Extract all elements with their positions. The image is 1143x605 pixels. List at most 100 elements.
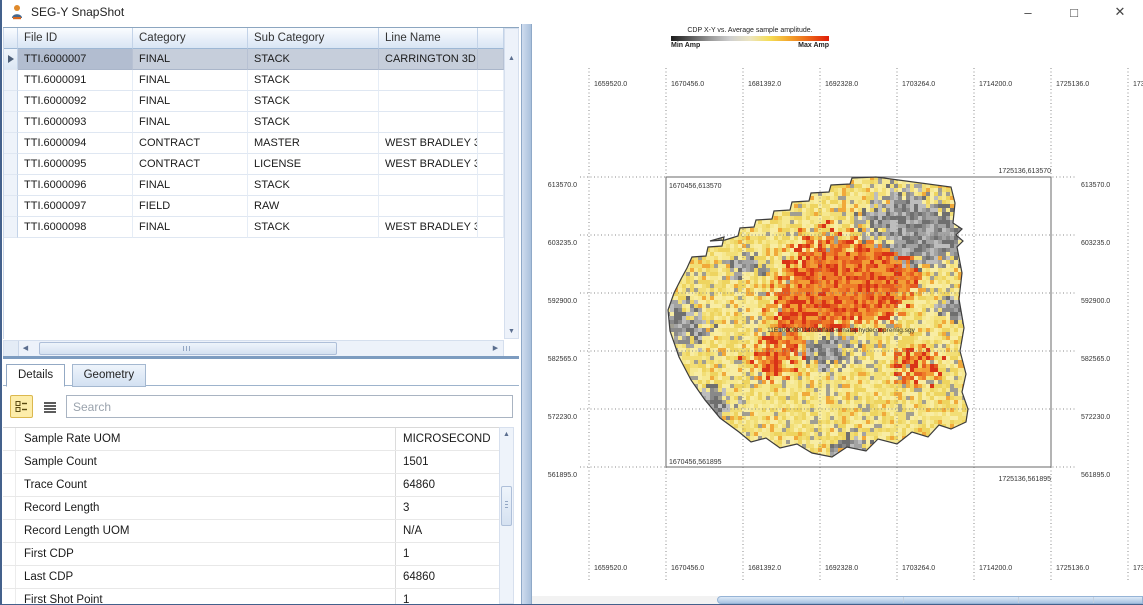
maximize-button[interactable]: □	[1051, 0, 1097, 24]
grid-cell-file-id[interactable]: TTI.6000093	[18, 112, 133, 133]
grid-cell-line-name[interactable]	[379, 91, 478, 112]
row-selector-cell[interactable]	[4, 154, 18, 175]
property-row[interactable]: Record Length3	[3, 497, 499, 520]
grid-cell-line-name[interactable]	[379, 175, 478, 196]
grid-cell-filler[interactable]	[478, 70, 504, 91]
property-row[interactable]: Sample Count1501	[3, 451, 499, 474]
scroll-down-icon[interactable]: ▼	[505, 328, 518, 335]
property-value[interactable]: 1	[395, 589, 499, 604]
property-row[interactable]: Trace Count64860	[3, 474, 499, 497]
grid-cell-filler[interactable]	[478, 217, 504, 238]
grid-cell-file-id[interactable]: TTI.6000092	[18, 91, 133, 112]
column-header[interactable]: Category	[133, 28, 248, 49]
grid-cell-line-name[interactable]: WEST BRADLEY 3D	[379, 154, 478, 175]
grid-cell-sub-category[interactable]: STACK	[248, 49, 379, 70]
scroll-left-icon[interactable]: ◀	[19, 345, 32, 352]
property-name[interactable]: Sample Rate UOM	[16, 428, 395, 450]
row-selector-cell[interactable]	[4, 91, 18, 112]
grid-cell-line-name[interactable]: CARRINGTON 3D	[379, 49, 478, 70]
grid-cell-line-name[interactable]: WEST BRADLEY 3D	[379, 133, 478, 154]
property-value[interactable]: 64860	[395, 474, 499, 496]
grid-cell-line-name[interactable]	[379, 196, 478, 217]
grid-cell-line-name[interactable]	[379, 70, 478, 91]
grid-cell-category[interactable]: CONTRACT	[133, 133, 248, 154]
scroll-right-icon[interactable]: ▶	[489, 345, 502, 352]
grid-cell-filler[interactable]	[478, 196, 504, 217]
column-header[interactable]: Line Name	[379, 28, 478, 49]
property-name[interactable]: First CDP	[16, 543, 395, 565]
column-header[interactable]: File ID	[18, 28, 133, 49]
grid-cell-filler[interactable]	[478, 112, 504, 133]
file-grid-row[interactable]: TTI.6000097FIELDRAW	[4, 196, 504, 217]
grid-cell-category[interactable]: FINAL	[133, 49, 248, 70]
grid-cell-file-id[interactable]: TTI.6000096	[18, 175, 133, 196]
grid-cell-sub-category[interactable]: STACK	[248, 217, 379, 238]
property-value[interactable]: N/A	[395, 520, 499, 542]
property-value[interactable]: 1	[395, 543, 499, 565]
map-canvas[interactable]: 1659520.01659520.01670456.01670456.01681…	[532, 24, 1143, 605]
file-grid-row[interactable]: TTI.6000094CONTRACTMASTERWEST BRADLEY 3D	[4, 133, 504, 154]
row-selector-header[interactable]	[4, 28, 18, 49]
grid-cell-category[interactable]: FINAL	[133, 217, 248, 238]
row-selector-cell[interactable]	[4, 133, 18, 154]
scroll-up-icon[interactable]: ▲	[500, 431, 513, 438]
tab-details[interactable]: Details	[6, 364, 65, 387]
file-grid-row[interactable]: TTI.6000098FINALSTACKWEST BRADLEY 3D	[4, 217, 504, 238]
grid-cell-filler[interactable]	[478, 91, 504, 112]
grid-cell-filler[interactable]	[478, 154, 504, 175]
property-name[interactable]: Last CDP	[16, 566, 395, 588]
grid-cell-category[interactable]: FINAL	[133, 112, 248, 133]
horizontal-scrollbar-thumb[interactable]	[39, 342, 337, 355]
grid-cell-file-id[interactable]: TTI.6000098	[18, 217, 133, 238]
property-name[interactable]: Sample Count	[16, 451, 395, 473]
file-grid-row[interactable]: TTI.6000007FINALSTACKCARRINGTON 3D	[4, 49, 504, 70]
grid-cell-filler[interactable]	[478, 133, 504, 154]
panel-splitter[interactable]	[521, 24, 532, 604]
vertical-scrollbar-thumb[interactable]	[501, 486, 512, 526]
map-horizontal-scrollbar[interactable]	[532, 596, 1143, 604]
row-selector-cell[interactable]	[4, 70, 18, 91]
property-name[interactable]: Record Length UOM	[16, 520, 395, 542]
row-selector-cell[interactable]	[4, 112, 18, 133]
property-grid-scrollbar[interactable]: ▲	[499, 427, 514, 604]
row-selector-cell[interactable]	[4, 175, 18, 196]
grid-cell-sub-category[interactable]: LICENSE	[248, 154, 379, 175]
property-row[interactable]: Record Length UOMN/A	[3, 520, 499, 543]
property-name[interactable]: Record Length	[16, 497, 395, 519]
property-row[interactable]: First CDP1	[3, 543, 499, 566]
property-name[interactable]: First Shot Point	[16, 589, 395, 604]
grid-cell-file-id[interactable]: TTI.6000097	[18, 196, 133, 217]
grid-cell-file-id[interactable]: TTI.6000094	[18, 133, 133, 154]
close-button[interactable]: ✕	[1097, 0, 1143, 24]
property-value[interactable]: 64860	[395, 566, 499, 588]
file-grid-row[interactable]: TTI.6000095CONTRACTLICENSEWEST BRADLEY 3…	[4, 154, 504, 175]
grid-cell-sub-category[interactable]: STACK	[248, 70, 379, 91]
grid-cell-category[interactable]: FINAL	[133, 91, 248, 112]
file-grid-vertical-scrollbar[interactable]: ▲ ▼	[504, 28, 519, 339]
grid-cell-category[interactable]: FINAL	[133, 175, 248, 196]
file-grid-row[interactable]: TTI.6000096FINALSTACK	[4, 175, 504, 196]
grid-cell-line-name[interactable]	[379, 112, 478, 133]
property-value[interactable]: MICROSECOND	[395, 428, 499, 450]
file-grid-row[interactable]: TTI.6000091FINALSTACK	[4, 70, 504, 91]
file-grid-row[interactable]: TTI.6000092FINALSTACK	[4, 91, 504, 112]
grid-cell-sub-category[interactable]: RAW	[248, 196, 379, 217]
map-scrollbar-thumb[interactable]	[717, 596, 1143, 604]
scroll-up-icon[interactable]: ▲	[505, 55, 518, 62]
file-grid-horizontal-scrollbar[interactable]: ◀ ▶	[3, 340, 504, 357]
grid-cell-file-id[interactable]: TTI.6000095	[18, 154, 133, 175]
column-header[interactable]: Sub Category	[248, 28, 379, 49]
property-row[interactable]: Sample Rate UOMMICROSECOND	[3, 428, 499, 451]
grid-cell-filler[interactable]	[478, 49, 504, 70]
property-row[interactable]: First Shot Point1	[3, 589, 499, 604]
row-selector-cell[interactable]	[4, 196, 18, 217]
grid-cell-line-name[interactable]: WEST BRADLEY 3D	[379, 217, 478, 238]
grid-cell-sub-category[interactable]: STACK	[248, 112, 379, 133]
alphabetical-view-button[interactable]	[38, 395, 61, 418]
categorized-view-button[interactable]	[10, 395, 33, 418]
grid-cell-category[interactable]: CONTRACT	[133, 154, 248, 175]
row-selector-cell[interactable]	[4, 217, 18, 238]
property-value[interactable]: 1501	[395, 451, 499, 473]
grid-cell-category[interactable]: FINAL	[133, 70, 248, 91]
grid-cell-sub-category[interactable]: MASTER	[248, 133, 379, 154]
